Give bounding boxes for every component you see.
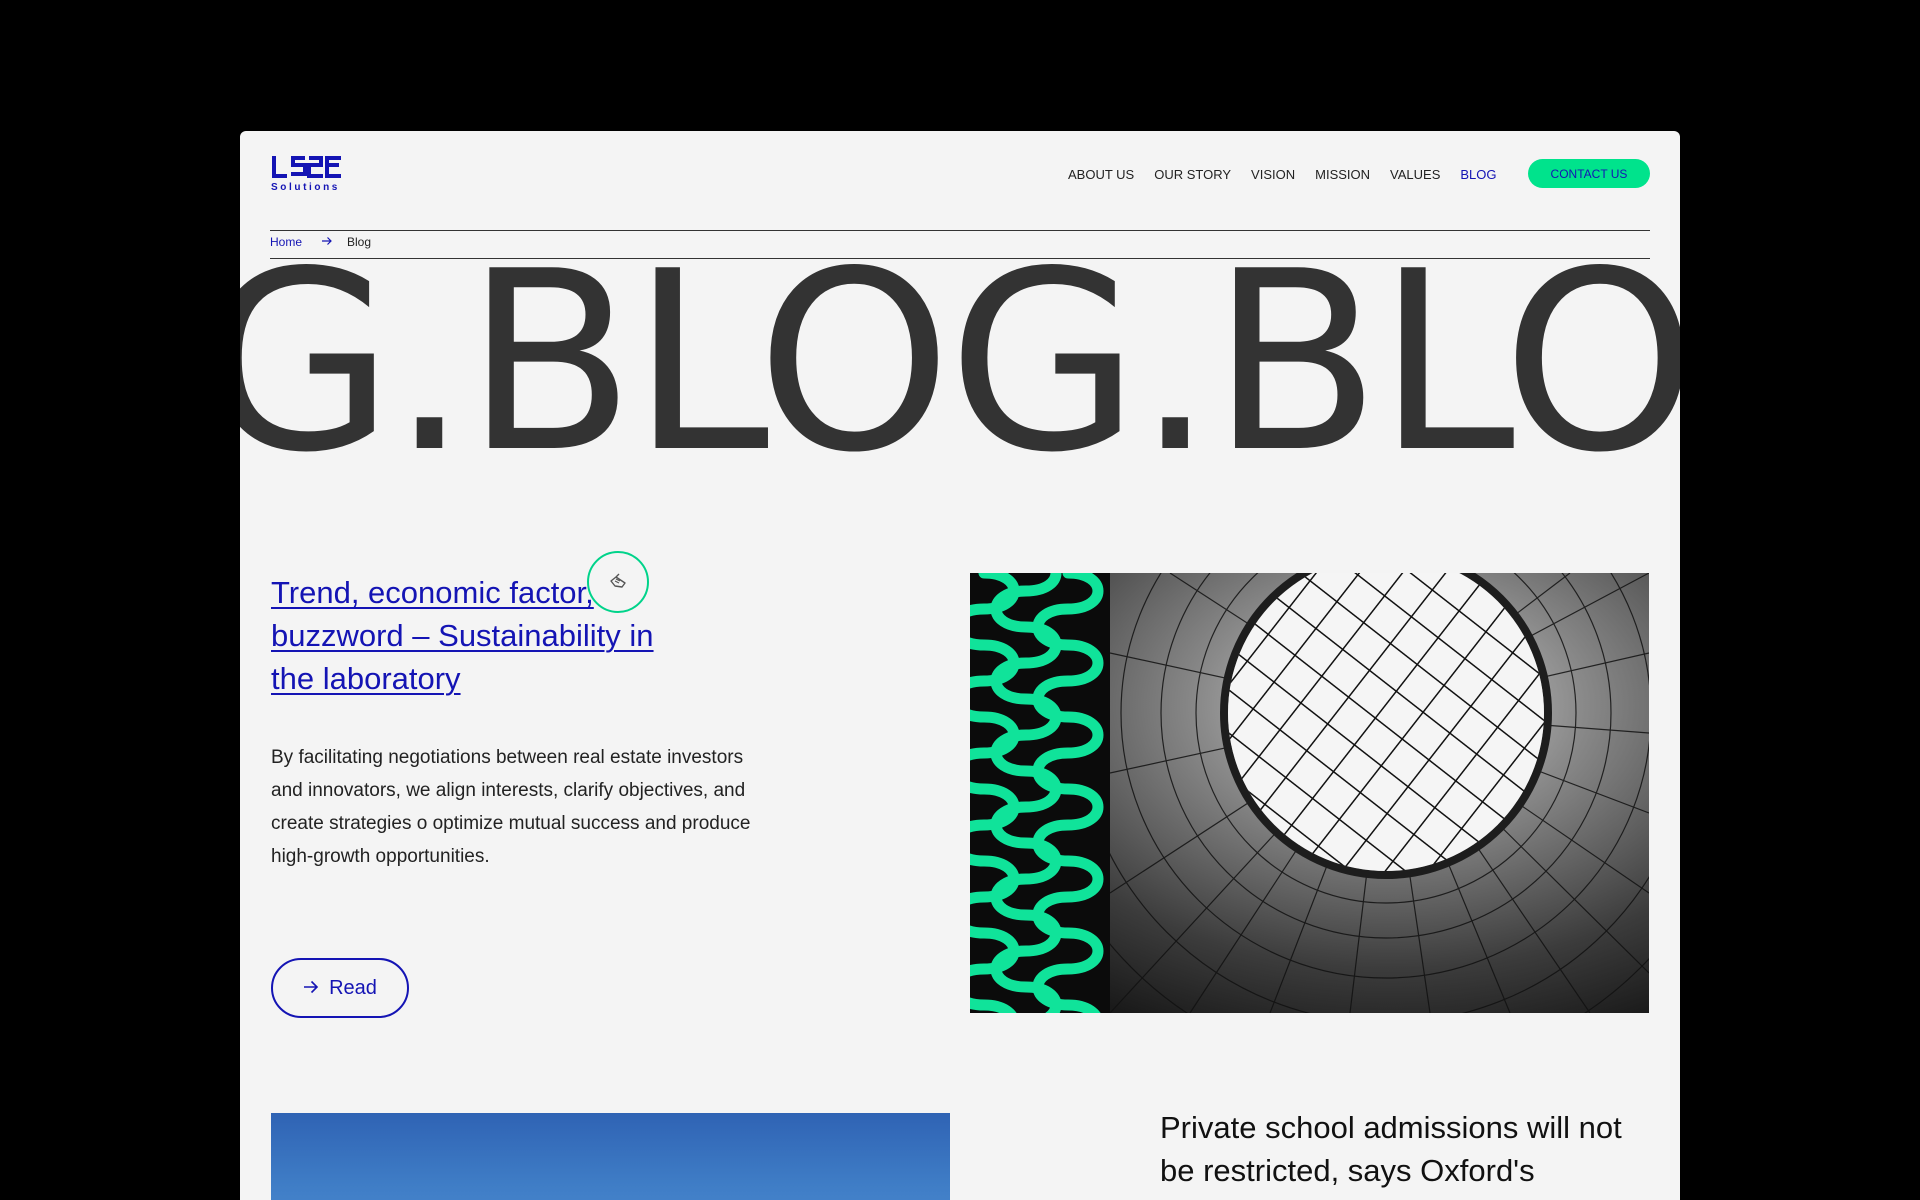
logo-subtitle: Solutions (271, 182, 340, 193)
contact-us-button[interactable]: CONTACT US (1528, 159, 1650, 188)
nav-blog[interactable]: BLOG (1460, 167, 1496, 182)
arrow-right-icon (303, 977, 319, 1000)
pointer-cursor-icon (587, 551, 649, 613)
nav-our-story[interactable]: OUR STORY (1154, 167, 1231, 182)
logo-mark-icon (272, 156, 341, 178)
read-button-label: Read (329, 976, 377, 999)
featured-post-excerpt: By facilitating negotiations between rea… (271, 747, 751, 867)
nav-values[interactable]: VALUES (1390, 167, 1440, 182)
nav-vision[interactable]: VISION (1251, 167, 1295, 182)
nav-about-us[interactable]: ABOUT US (1068, 167, 1134, 182)
second-post-title[interactable]: Private school admissions will not be re… (1160, 1106, 1630, 1192)
featured-post-image[interactable] (970, 573, 1649, 1013)
logo[interactable]: Solutions (271, 154, 345, 196)
read-button[interactable]: Read (271, 958, 409, 1018)
page-frame: Solutions ABOUT US OUR STORY VISION MISS… (240, 131, 1680, 1200)
second-post-image[interactable] (271, 1113, 950, 1200)
architecture-photo (970, 573, 1649, 1013)
nav-mission[interactable]: MISSION (1315, 167, 1370, 182)
blog-marquee-heading: G.BLOG.BLO (240, 219, 1680, 507)
main-nav: ABOUT US OUR STORY VISION MISSION VALUES… (1068, 167, 1497, 182)
